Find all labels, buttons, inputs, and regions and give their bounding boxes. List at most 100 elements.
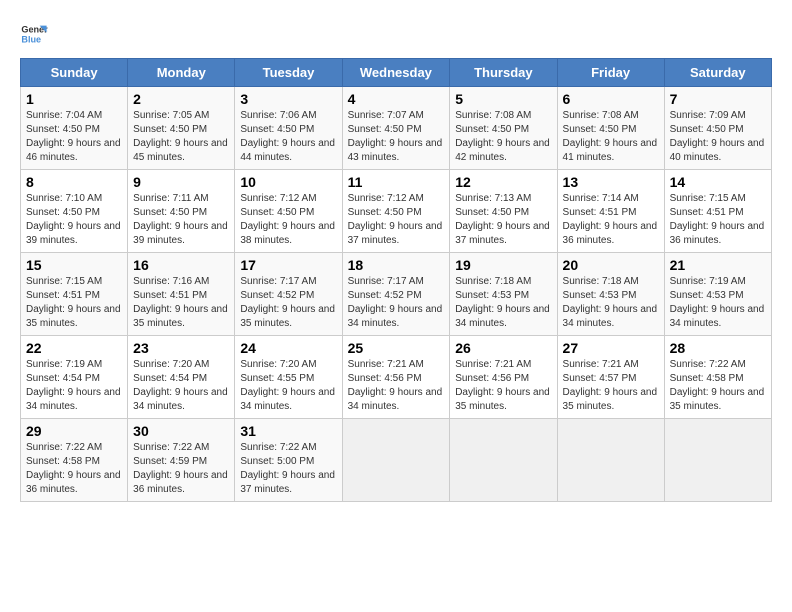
calendar-cell: 11 Sunrise: 7:12 AMSunset: 4:50 PMDayligh…	[342, 170, 450, 253]
day-number: 6	[563, 91, 659, 107]
calendar-cell: 3 Sunrise: 7:06 AMSunset: 4:50 PMDaylight…	[235, 87, 342, 170]
calendar-cell: 4 Sunrise: 7:07 AMSunset: 4:50 PMDaylight…	[342, 87, 450, 170]
day-number: 19	[455, 257, 551, 273]
day-info: Sunrise: 7:18 AMSunset: 4:53 PMDaylight:…	[563, 275, 659, 331]
day-info: Sunrise: 7:07 AMSunset: 4:50 PMDaylight:…	[348, 109, 445, 165]
calendar-header-thursday: Thursday	[450, 59, 557, 87]
day-number: 1	[26, 91, 122, 107]
day-number: 11	[348, 174, 445, 190]
calendar-cell: 18 Sunrise: 7:17 AMSunset: 4:52 PMDayligh…	[342, 253, 450, 336]
day-info: Sunrise: 7:20 AMSunset: 4:55 PMDaylight:…	[240, 358, 336, 414]
calendar-header-saturday: Saturday	[664, 59, 771, 87]
calendar-cell: 15 Sunrise: 7:15 AMSunset: 4:51 PMDayligh…	[21, 253, 128, 336]
day-number: 22	[26, 340, 122, 356]
day-number: 14	[670, 174, 766, 190]
day-number: 31	[240, 423, 336, 439]
calendar-week-4: 22 Sunrise: 7:19 AMSunset: 4:54 PMDayligh…	[21, 336, 772, 419]
day-number: 16	[133, 257, 229, 273]
day-number: 12	[455, 174, 551, 190]
day-info: Sunrise: 7:21 AMSunset: 4:56 PMDaylight:…	[455, 358, 551, 414]
day-info: Sunrise: 7:14 AMSunset: 4:51 PMDaylight:…	[563, 192, 659, 248]
day-number: 5	[455, 91, 551, 107]
calendar-cell	[450, 419, 557, 502]
day-number: 13	[563, 174, 659, 190]
day-info: Sunrise: 7:19 AMSunset: 4:53 PMDaylight:…	[670, 275, 766, 331]
calendar-cell	[557, 419, 664, 502]
day-info: Sunrise: 7:10 AMSunset: 4:50 PMDaylight:…	[26, 192, 122, 248]
day-number: 29	[26, 423, 122, 439]
day-number: 9	[133, 174, 229, 190]
day-info: Sunrise: 7:21 AMSunset: 4:57 PMDaylight:…	[563, 358, 659, 414]
calendar-cell: 24 Sunrise: 7:20 AMSunset: 4:55 PMDayligh…	[235, 336, 342, 419]
calendar-week-2: 8 Sunrise: 7:10 AMSunset: 4:50 PMDaylight…	[21, 170, 772, 253]
calendar-cell: 9 Sunrise: 7:11 AMSunset: 4:50 PMDaylight…	[128, 170, 235, 253]
day-number: 8	[26, 174, 122, 190]
day-info: Sunrise: 7:22 AMSunset: 4:58 PMDaylight:…	[26, 441, 122, 497]
calendar-cell: 30Sunrise: 7:22 AMSunset: 4:59 PMDayligh…	[128, 419, 235, 502]
day-info: Sunrise: 7:18 AMSunset: 4:53 PMDaylight:…	[455, 275, 551, 331]
calendar-cell: 5 Sunrise: 7:08 AMSunset: 4:50 PMDaylight…	[450, 87, 557, 170]
day-number: 24	[240, 340, 336, 356]
day-number: 3	[240, 91, 336, 107]
day-info: Sunrise: 7:21 AMSunset: 4:56 PMDaylight:…	[348, 358, 445, 414]
day-info: Sunrise: 7:11 AMSunset: 4:50 PMDaylight:…	[133, 192, 229, 248]
svg-text:Blue: Blue	[21, 34, 41, 44]
calendar-cell	[664, 419, 771, 502]
calendar-cell: 2 Sunrise: 7:05 AMSunset: 4:50 PMDaylight…	[128, 87, 235, 170]
day-info: Sunrise: 7:09 AMSunset: 4:50 PMDaylight:…	[670, 109, 766, 165]
calendar-cell: 26 Sunrise: 7:21 AMSunset: 4:56 PMDayligh…	[450, 336, 557, 419]
calendar-cell	[342, 419, 450, 502]
day-number: 7	[670, 91, 766, 107]
day-number: 10	[240, 174, 336, 190]
day-number: 27	[563, 340, 659, 356]
calendar-cell: 21 Sunrise: 7:19 AMSunset: 4:53 PMDayligh…	[664, 253, 771, 336]
day-number: 15	[26, 257, 122, 273]
day-info: Sunrise: 7:05 AMSunset: 4:50 PMDaylight:…	[133, 109, 229, 165]
calendar-cell: 12 Sunrise: 7:13 AMSunset: 4:50 PMDayligh…	[450, 170, 557, 253]
calendar-cell: 31Sunrise: 7:22 AMSunset: 5:00 PMDayligh…	[235, 419, 342, 502]
calendar-header-sunday: Sunday	[21, 59, 128, 87]
day-info: Sunrise: 7:16 AMSunset: 4:51 PMDaylight:…	[133, 275, 229, 331]
calendar-cell: 20 Sunrise: 7:18 AMSunset: 4:53 PMDayligh…	[557, 253, 664, 336]
day-number: 20	[563, 257, 659, 273]
day-number: 21	[670, 257, 766, 273]
calendar-table: SundayMondayTuesdayWednesdayThursdayFrid…	[20, 58, 772, 502]
day-info: Sunrise: 7:15 AMSunset: 4:51 PMDaylight:…	[670, 192, 766, 248]
day-info: Sunrise: 7:12 AMSunset: 4:50 PMDaylight:…	[348, 192, 445, 248]
calendar-cell: 7 Sunrise: 7:09 AMSunset: 4:50 PMDaylight…	[664, 87, 771, 170]
calendar-cell: 19 Sunrise: 7:18 AMSunset: 4:53 PMDayligh…	[450, 253, 557, 336]
calendar-cell: 6 Sunrise: 7:08 AMSunset: 4:50 PMDaylight…	[557, 87, 664, 170]
calendar-week-5: 29 Sunrise: 7:22 AMSunset: 4:58 PMDayligh…	[21, 419, 772, 502]
day-info: Sunrise: 7:22 AMSunset: 4:58 PMDaylight:…	[670, 358, 766, 414]
day-info: Sunrise: 7:19 AMSunset: 4:54 PMDaylight:…	[26, 358, 122, 414]
calendar-cell: 16 Sunrise: 7:16 AMSunset: 4:51 PMDayligh…	[128, 253, 235, 336]
day-number: 2	[133, 91, 229, 107]
day-info: Sunrise: 7:17 AMSunset: 4:52 PMDaylight:…	[348, 275, 445, 331]
day-number: 26	[455, 340, 551, 356]
day-info: Sunrise: 7:12 AMSunset: 4:50 PMDaylight:…	[240, 192, 336, 248]
day-info: Sunrise: 7:06 AMSunset: 4:50 PMDaylight:…	[240, 109, 336, 165]
calendar-cell: 22 Sunrise: 7:19 AMSunset: 4:54 PMDayligh…	[21, 336, 128, 419]
calendar-cell: 10 Sunrise: 7:12 AMSunset: 4:50 PMDayligh…	[235, 170, 342, 253]
calendar-cell: 1Sunrise: 7:04 AMSunset: 4:50 PMDaylight…	[21, 87, 128, 170]
day-number: 18	[348, 257, 445, 273]
calendar-cell: 13 Sunrise: 7:14 AMSunset: 4:51 PMDayligh…	[557, 170, 664, 253]
day-info: Sunrise: 7:08 AMSunset: 4:50 PMDaylight:…	[455, 109, 551, 165]
day-info: Sunrise: 7:15 AMSunset: 4:51 PMDaylight:…	[26, 275, 122, 331]
calendar-cell: 17Sunrise: 7:17 AMSunset: 4:52 PMDayligh…	[235, 253, 342, 336]
calendar-cell: 23Sunrise: 7:20 AMSunset: 4:54 PMDayligh…	[128, 336, 235, 419]
day-number: 23	[133, 340, 229, 356]
day-info: Sunrise: 7:22 AMSunset: 4:59 PMDaylight:…	[133, 441, 229, 497]
day-number: 4	[348, 91, 445, 107]
calendar-header-wednesday: Wednesday	[342, 59, 450, 87]
calendar-cell: 8 Sunrise: 7:10 AMSunset: 4:50 PMDaylight…	[21, 170, 128, 253]
calendar-cell: 14 Sunrise: 7:15 AMSunset: 4:51 PMDayligh…	[664, 170, 771, 253]
calendar-cell: 29 Sunrise: 7:22 AMSunset: 4:58 PMDayligh…	[21, 419, 128, 502]
day-number: 25	[348, 340, 445, 356]
day-info: Sunrise: 7:08 AMSunset: 4:50 PMDaylight:…	[563, 109, 659, 165]
day-info: Sunrise: 7:13 AMSunset: 4:50 PMDaylight:…	[455, 192, 551, 248]
calendar-cell: 28Sunrise: 7:22 AMSunset: 4:58 PMDayligh…	[664, 336, 771, 419]
calendar-week-3: 15 Sunrise: 7:15 AMSunset: 4:51 PMDayligh…	[21, 253, 772, 336]
logo: General Blue	[20, 20, 48, 48]
calendar-header-friday: Friday	[557, 59, 664, 87]
